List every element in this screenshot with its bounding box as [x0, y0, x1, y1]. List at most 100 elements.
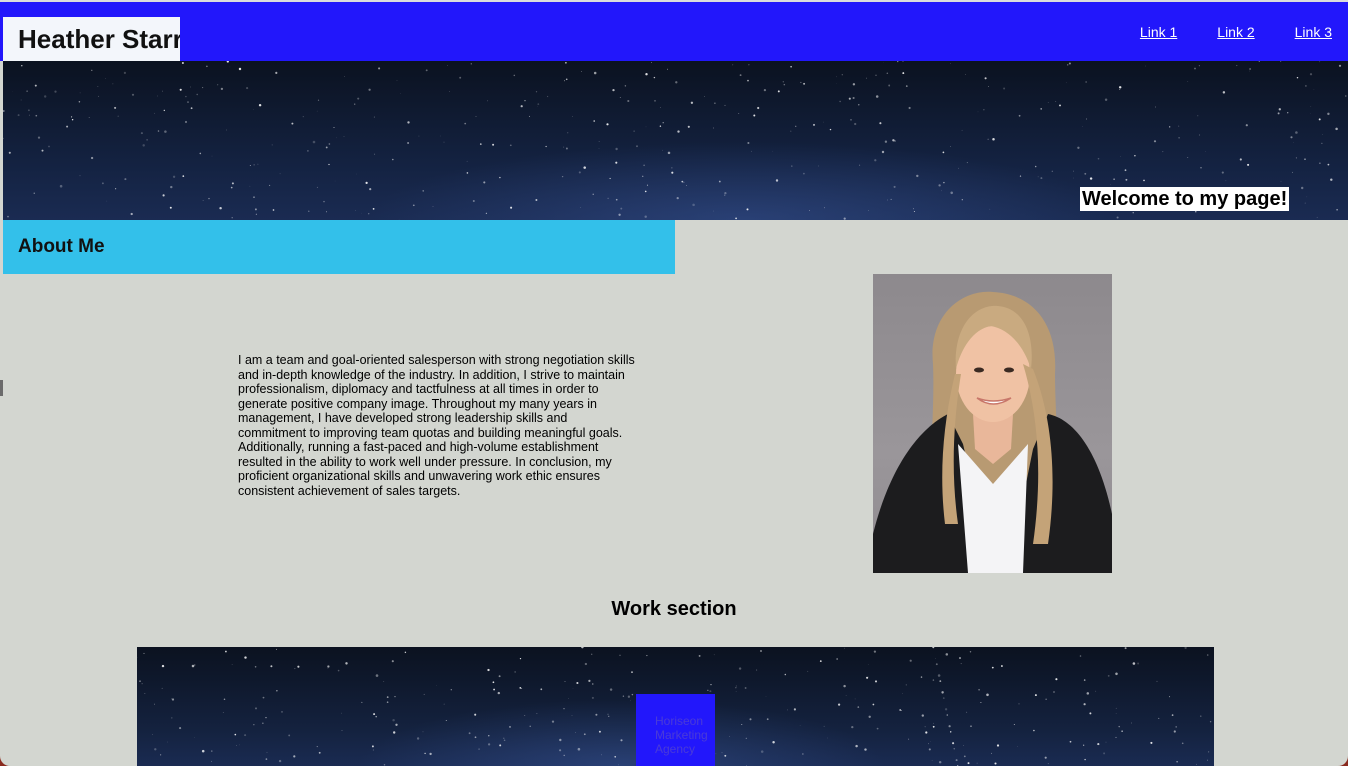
- nav-link-1[interactable]: Link 1: [1140, 24, 1177, 40]
- star-dot: [707, 689, 709, 691]
- star-dot: [1055, 678, 1058, 681]
- star-dot: [535, 199, 538, 201]
- star-dot: [732, 64, 734, 66]
- star-dot: [270, 665, 273, 668]
- star-dot: [1156, 680, 1158, 682]
- star-dot: [618, 213, 621, 216]
- star-dot: [1316, 216, 1318, 218]
- star-dot: [1040, 177, 1043, 180]
- star-dot: [1258, 61, 1260, 63]
- project-label[interactable]: Horiseon Marketing Agency: [655, 714, 715, 756]
- star-dot: [803, 82, 806, 85]
- star-dot: [35, 114, 38, 117]
- star-dot: [941, 190, 942, 192]
- star-dot: [1207, 751, 1210, 753]
- star-dot: [583, 166, 586, 169]
- star-dot: [1239, 158, 1242, 161]
- star-dot: [920, 676, 923, 678]
- star-dot: [1110, 184, 1112, 185]
- star-dot: [210, 760, 213, 762]
- star-dot: [619, 97, 621, 99]
- star-dot: [288, 734, 291, 737]
- star-dot: [790, 130, 792, 132]
- star-dot: [59, 184, 63, 188]
- star-dot: [383, 681, 385, 682]
- star-dot: [938, 184, 941, 187]
- star-dot: [443, 141, 445, 143]
- star-dot: [276, 648, 277, 650]
- star-dot: [416, 737, 420, 740]
- star-dot: [447, 65, 448, 66]
- star-dot: [608, 715, 610, 717]
- star-dot: [620, 207, 623, 210]
- star-dot: [124, 178, 127, 181]
- star-dot: [325, 146, 328, 149]
- star-dot: [913, 208, 914, 210]
- star-dot: [580, 71, 582, 73]
- star-dot: [194, 736, 195, 738]
- about-paragraph: I am a team and goal-oriented salesperso…: [238, 353, 635, 498]
- star-dot: [748, 64, 750, 66]
- star-dot: [675, 81, 678, 84]
- star-dot: [894, 140, 896, 142]
- project-card[interactable]: Horiseon Marketing Agency: [636, 694, 715, 766]
- star-dot: [976, 762, 978, 764]
- nav-link-3[interactable]: Link 3: [1295, 24, 1332, 40]
- star-dot: [378, 67, 381, 70]
- star-dot: [249, 165, 251, 167]
- star-dot: [503, 737, 505, 739]
- star-dot: [1222, 91, 1226, 94]
- window-edge-marker: [0, 380, 3, 396]
- star-dot: [357, 97, 360, 100]
- star-dot: [179, 88, 182, 91]
- star-dot: [171, 717, 173, 719]
- star-dot: [302, 116, 304, 118]
- star-dot: [44, 95, 47, 98]
- star-dot: [1115, 713, 1117, 714]
- star-dot: [369, 188, 372, 191]
- star-dot: [487, 743, 491, 746]
- star-dot: [965, 73, 966, 75]
- star-dot: [644, 190, 647, 193]
- star-dot: [475, 116, 477, 117]
- star-dot: [1119, 88, 1121, 90]
- star-dot: [1277, 112, 1280, 115]
- star-dot: [98, 95, 100, 97]
- star-dot: [412, 204, 415, 207]
- star-dot: [152, 734, 153, 735]
- star-dot: [1280, 61, 1282, 62]
- star-dot: [1309, 73, 1313, 76]
- star-dot: [766, 718, 769, 721]
- star-dot: [79, 175, 81, 177]
- star-dot: [161, 664, 165, 668]
- star-dot: [1083, 744, 1085, 746]
- star-dot: [1194, 67, 1196, 70]
- star-dot: [1176, 761, 1178, 763]
- star-dot: [537, 103, 540, 105]
- star-dot: [745, 737, 747, 739]
- star-dot: [503, 739, 506, 741]
- star-dot: [1236, 65, 1238, 67]
- star-dot: [162, 194, 165, 197]
- star-dot: [963, 745, 964, 746]
- nav-link-2[interactable]: Link 2: [1217, 24, 1254, 40]
- star-dot: [855, 744, 858, 748]
- star-dot: [784, 673, 787, 676]
- star-dot: [948, 725, 951, 728]
- star-dot: [747, 79, 749, 82]
- star-dot: [536, 713, 538, 714]
- star-dot: [1178, 125, 1180, 127]
- star-dot: [90, 156, 94, 160]
- star-dot: [1345, 95, 1347, 97]
- star-dot: [960, 663, 962, 665]
- star-dot: [607, 197, 609, 200]
- star-dot: [1116, 216, 1119, 219]
- star-dot: [839, 100, 841, 103]
- star-dot: [980, 701, 982, 704]
- star-dot: [823, 725, 825, 727]
- star-dot: [373, 116, 375, 118]
- star-dot: [169, 206, 172, 209]
- star-dot: [316, 110, 318, 112]
- star-dot: [355, 210, 356, 211]
- star-dot: [937, 674, 941, 677]
